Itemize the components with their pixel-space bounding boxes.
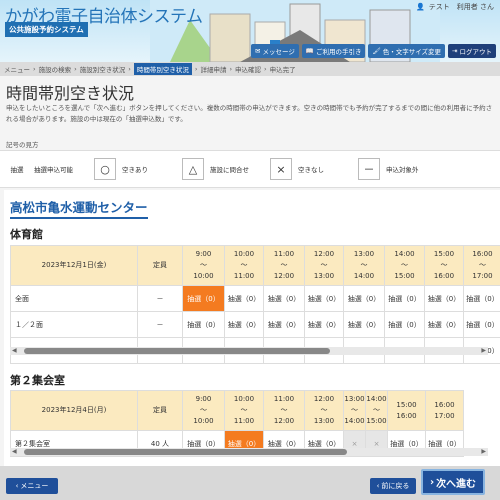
scroll-thumb[interactable]: [24, 348, 330, 354]
scroll-left-icon[interactable]: ◀: [12, 448, 17, 455]
back-button[interactable]: ‹ 前に戻る: [370, 478, 416, 494]
capacity-header: 定員: [137, 245, 183, 286]
logout-button[interactable]: ⇥ ログアウト: [448, 44, 496, 58]
site-header: かがわ電子自治体システム 公共施設予約システム 👤 テスト 利用者 さん ✉ メッ…: [0, 0, 500, 62]
legend-item-lottery: 抽選 抽選申込可能: [6, 158, 88, 180]
horizontal-scrollbar[interactable]: ◀ ▶: [10, 347, 488, 355]
time-slot-header: 15:00 16:00: [387, 390, 426, 431]
brush-icon: 🖌: [372, 47, 381, 55]
legend-item-full: × 空きなし: [270, 158, 352, 180]
page-description: 申込をしたいところを選んで「次へ進む」ボタンを押してください。複数の時間帯の申込…: [6, 104, 493, 123]
time-slot-header: 13:00 ～ 14:00: [343, 245, 385, 286]
circle-icon: ○: [94, 158, 116, 180]
legend-item-available: ○ 空きあり: [94, 158, 176, 180]
slot-cell[interactable]: 抽選（0）: [304, 311, 344, 338]
slot-cell[interactable]: 抽選（0）: [343, 311, 385, 338]
time-slot-header: 14:00 ～ 15:00: [365, 390, 388, 431]
slot-cell[interactable]: 抽選（0）: [343, 285, 385, 312]
menu-button[interactable]: ‹ メニュー: [6, 478, 58, 494]
room-title: 体育館: [10, 228, 43, 241]
facility-name: 高松市亀水運動センター: [10, 197, 148, 219]
mail-icon: ✉: [255, 47, 261, 55]
slot-cell[interactable]: 抽選（0）: [463, 285, 500, 312]
table-row: １／２面－抽選（0）抽選（0）抽選（0）抽選（0）抽選（0）抽選（0）抽選（0）…: [10, 311, 500, 338]
slot-cell[interactable]: 抽選（0）: [424, 311, 464, 338]
time-slot-header: 9:00 ～ 10:00: [182, 390, 225, 431]
time-slot-header: 11:00 ～ 12:00: [263, 245, 305, 286]
user-icon: 👤: [416, 3, 425, 11]
site-subtitle: 公共施設予約システム: [5, 22, 88, 37]
time-slot-header: 15:00 ～ 16:00: [424, 245, 464, 286]
page-title: 時間帯別空き状況: [6, 84, 135, 103]
slot-cell[interactable]: 抽選（0）: [182, 311, 225, 338]
time-slot-header: 12:00 ～ 13:00: [304, 390, 344, 431]
book-icon: 📖: [305, 47, 314, 55]
legend-title: 記号の見方: [6, 141, 39, 149]
time-slot-header: 12:00 ～ 13:00: [304, 245, 344, 286]
chevron-left-icon: ‹: [15, 482, 19, 490]
slot-cell[interactable]: 抽選（0）: [424, 285, 464, 312]
breadcrumb-item: 施設の検索: [38, 66, 72, 74]
slot-cell[interactable]: 抽選（0）: [182, 285, 225, 312]
room-table: 2023年12月4日(月) 定員 9:00 ～ 10:00 10:00 ～ 11:00 11:0…: [10, 390, 464, 457]
scroll-right-icon[interactable]: ▶: [481, 448, 486, 455]
time-slot-header: 9:00 ～ 10:00: [182, 245, 225, 286]
room-title: 第２集会室: [10, 374, 65, 387]
availability-card: 高松市亀水運動センター 体育館 2023年12月1日(金) 定員 9:00 ～ 10:0…: [4, 190, 500, 468]
slot-cell[interactable]: 抽選（0）: [384, 285, 425, 312]
breadcrumb-item: 施設別空き状況: [79, 66, 126, 74]
breadcrumb: メニュー › 施設の検索 › 施設別空き状況 › 時間帯別空き状況 › 詳細申請 › 申込…: [0, 62, 500, 76]
horizontal-scrollbar[interactable]: ◀ ▶: [10, 448, 488, 456]
slot-cell[interactable]: 抽選（0）: [304, 285, 344, 312]
time-slot-header: 13:00 ～ 14:00: [343, 390, 366, 431]
header-buttons: ✉ メッセージ 📖 ご利用の手引き 🖌 色・文字サイズ変更 ⇥ ログアウト: [251, 44, 496, 58]
time-slot-header: 16:00 ～ 17:00: [463, 245, 500, 286]
room-name-cell: 全面: [10, 285, 138, 312]
scroll-left-icon[interactable]: ◀: [12, 347, 17, 354]
slot-cell[interactable]: 抽選（0）: [384, 311, 425, 338]
capacity-header: 定員: [137, 390, 183, 431]
dash-icon: －: [358, 158, 380, 180]
slot-cell[interactable]: 抽選（0）: [463, 311, 500, 338]
chevron-left-icon: ‹: [376, 482, 380, 490]
chevron-right-icon: ›: [429, 476, 435, 488]
message-button[interactable]: ✉ メッセージ: [251, 44, 299, 58]
scroll-right-icon[interactable]: ▶: [481, 347, 486, 354]
breadcrumb-item: 詳細申請: [200, 66, 227, 74]
breadcrumb-item: 申込確認: [235, 66, 262, 74]
time-slot-header: 11:00 ～ 12:00: [263, 390, 305, 431]
date-header: 2023年12月4日(月): [10, 390, 138, 431]
breadcrumb-current: 時間帯別空き状況: [133, 63, 192, 75]
slot-cell[interactable]: 抽選（0）: [263, 311, 305, 338]
next-button[interactable]: › 次へ進む: [421, 469, 485, 495]
legend: 抽選 抽選申込可能 ○ 空きあり △ 施設に問合せ × 空きなし －申込対象外: [0, 150, 500, 188]
legend-item-inquire: △ 施設に問合せ: [182, 158, 264, 180]
time-slot-header: 10:00 ～ 11:00: [224, 245, 264, 286]
cross-icon: ×: [270, 158, 292, 180]
user-info: 👤 テスト 利用者 さん: [416, 2, 494, 12]
table-row: 全面－抽選（0） 抽選（0） 抽選（0） 抽選（0） 抽選（0） 抽選（0） 抽選（0） 抽選…: [10, 285, 500, 312]
breadcrumb-item: メニュー: [4, 66, 30, 74]
user-name: テスト 利用者 さん: [428, 3, 494, 11]
legend-item-na: －申込対象外: [358, 158, 440, 180]
capacity-cell: －: [137, 311, 183, 338]
slot-cell[interactable]: 抽選（0）: [224, 311, 264, 338]
time-slot-header: 10:00 ～ 11:00: [224, 390, 264, 431]
room-name-cell: １／２面: [10, 311, 138, 338]
slot-cell[interactable]: 抽選（0）: [263, 285, 305, 312]
guide-button[interactable]: 📖 ご利用の手引き: [301, 44, 366, 58]
footer-bar: ‹ メニュー ‹ 前に戻る › 次へ進む: [0, 466, 500, 500]
time-slot-header: 16:00 17:00: [425, 390, 464, 431]
date-header: 2023年12月1日(金): [10, 245, 138, 286]
scroll-thumb[interactable]: [24, 449, 347, 455]
capacity-cell: －: [137, 285, 183, 312]
breadcrumb-item: 申込完了: [269, 66, 296, 74]
triangle-icon: △: [182, 158, 204, 180]
slot-cell[interactable]: 抽選（0）: [224, 285, 264, 312]
logout-icon: ⇥: [452, 47, 458, 55]
display-settings-button[interactable]: 🖌 色・文字サイズ変更: [368, 44, 446, 58]
time-slot-header: 14:00 ～ 15:00: [384, 245, 425, 286]
